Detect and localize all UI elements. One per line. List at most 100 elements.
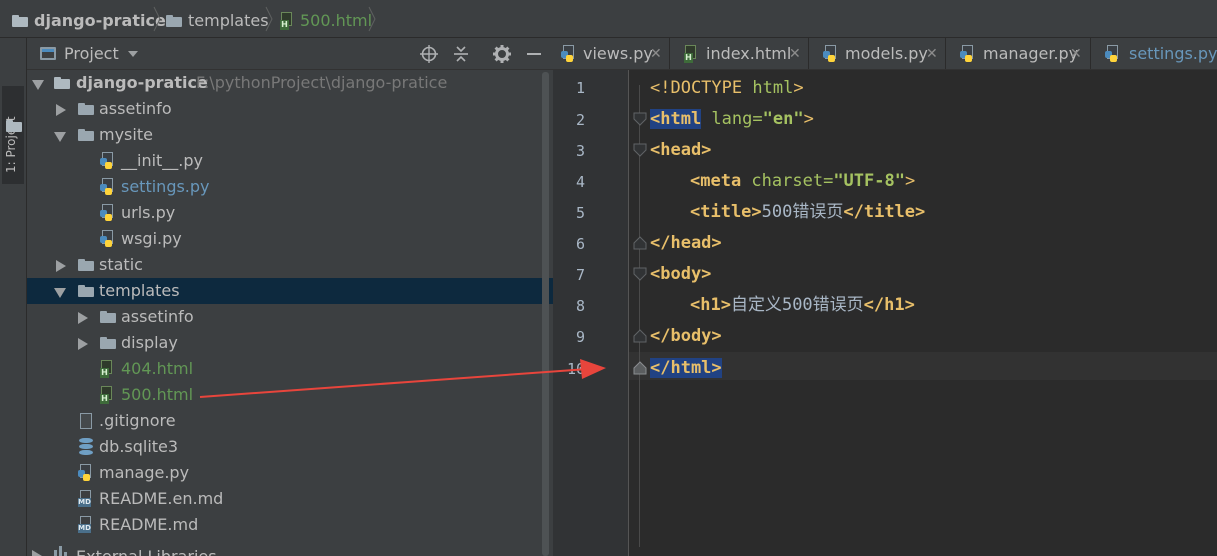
tab-label: views.py xyxy=(583,44,653,63)
tree-item-urls-py[interactable]: urls.py xyxy=(27,200,553,226)
tree-item-init-py[interactable]: __init__.py xyxy=(27,148,553,174)
breadcrumb-project[interactable]: django-pratice xyxy=(12,11,166,31)
tab-models-py[interactable]: models.py ✕ xyxy=(809,38,946,69)
code-token: </h1> xyxy=(863,295,915,315)
breadcrumb-file[interactable]: H 500.html xyxy=(280,11,372,31)
code-line-8: <h1>自定义500错误页</h1> xyxy=(690,293,915,317)
expand-arrow-icon[interactable] xyxy=(32,550,42,556)
tree-item-settings-py[interactable]: settings.py xyxy=(27,174,553,200)
expand-arrow-icon[interactable] xyxy=(32,80,44,90)
fold-open-icon[interactable] xyxy=(633,267,647,281)
tree-item-label: External Libraries xyxy=(76,547,217,556)
html-file-icon: H xyxy=(684,45,698,63)
tree-item-label: manage.py xyxy=(99,463,190,482)
expand-arrow-icon[interactable] xyxy=(78,312,88,324)
code-token: > xyxy=(904,171,916,191)
minimize-icon[interactable] xyxy=(524,44,544,64)
tree-item-label: urls.py xyxy=(121,203,176,222)
folder-icon xyxy=(78,285,94,297)
tree-item-display[interactable]: display xyxy=(27,330,553,356)
code-line-7: <body> xyxy=(650,262,711,286)
tree-item-label: settings.py xyxy=(121,177,210,196)
tree-item-500-html[interactable]: H 500.html xyxy=(27,382,553,408)
code-line-1: <!DOCTYPE html> xyxy=(650,76,804,100)
tree-item-404-html[interactable]: H 404.html xyxy=(27,356,553,382)
fold-close-icon[interactable] xyxy=(633,236,647,250)
tab-views-py[interactable]: views.py ✕ xyxy=(553,38,670,69)
python-file-icon xyxy=(100,204,116,222)
tree-item-mysite[interactable]: mysite xyxy=(27,122,553,148)
fold-close-icon[interactable] xyxy=(633,329,647,343)
line-number: 6 xyxy=(575,235,585,253)
breadcrumb-project-label: django-pratice xyxy=(34,11,166,30)
tree-item-static[interactable]: static xyxy=(27,252,553,278)
tree-item-assetinfo[interactable]: assetinfo xyxy=(27,96,553,122)
fold-open-icon[interactable] xyxy=(633,143,647,157)
python-file-icon xyxy=(561,45,577,63)
code-line-9: </body> xyxy=(650,324,722,348)
tree-item-label: assetinfo xyxy=(121,307,194,326)
tree-item-templates-assetinfo[interactable]: assetinfo xyxy=(27,304,553,330)
code-token: <meta xyxy=(690,171,742,191)
expand-arrow-icon[interactable] xyxy=(56,104,66,116)
tree-item-label: mysite xyxy=(99,125,153,144)
code-token: > xyxy=(803,109,814,129)
breadcrumb-templates[interactable]: templates xyxy=(166,11,269,31)
dropdown-arrow-icon[interactable] xyxy=(128,51,138,58)
tab-manager-py[interactable]: manager.py ✕ xyxy=(946,38,1091,69)
project-panel-scrollbar[interactable] xyxy=(542,72,549,556)
tree-item-wsgi-py[interactable]: wsgi.py xyxy=(27,226,553,252)
fold-close-icon[interactable] xyxy=(633,361,647,375)
close-icon[interactable]: ✕ xyxy=(1070,44,1082,64)
python-file-icon xyxy=(100,152,116,170)
tree-item-db-sqlite3[interactable]: db.sqlite3 xyxy=(27,434,553,460)
tree-item-templates[interactable]: templates xyxy=(27,278,553,304)
expand-arrow-icon[interactable] xyxy=(54,288,66,298)
tree-item-label: display xyxy=(121,333,178,352)
tree-item-root[interactable]: django-pratice F:\pythonProject\django-p… xyxy=(27,70,553,96)
line-number: 10 xyxy=(566,360,585,378)
tab-index-html[interactable]: H index.html ✕ xyxy=(670,38,809,69)
fold-open-icon[interactable] xyxy=(633,112,647,126)
code-line-4: <meta charset="UTF-8"> xyxy=(690,169,915,193)
collapse-all-icon[interactable] xyxy=(451,44,471,64)
code-token: <!DOCTYPE xyxy=(650,78,753,98)
close-icon[interactable]: ✕ xyxy=(926,44,938,64)
tool-window-strip: 1: Project xyxy=(0,38,27,556)
tree-item-label: django-pratice xyxy=(76,73,208,92)
project-panel-title[interactable]: Project xyxy=(64,44,119,64)
breadcrumb: django-pratice templates H 500.html xyxy=(0,0,1217,38)
markdown-file-icon: MD xyxy=(78,516,94,534)
code-editor[interactable]: 1 2 3 4 5 6 7 8 9 10 <!DOCTYPE html> <ht… xyxy=(553,70,1217,556)
code-token: <body> xyxy=(650,264,712,284)
expand-arrow-icon[interactable] xyxy=(78,338,88,350)
code-token: 自定义500错误页 xyxy=(730,295,864,315)
breadcrumb-separator-icon xyxy=(368,6,376,32)
folder-icon xyxy=(166,15,182,27)
target-icon[interactable] xyxy=(419,44,439,64)
tab-settings-py[interactable]: settings.py xyxy=(1091,38,1217,69)
breadcrumb-separator-icon xyxy=(265,6,273,32)
line-number: 1 xyxy=(575,79,585,97)
tree-item-manage-py[interactable]: manage.py xyxy=(27,460,553,486)
folder-icon xyxy=(100,311,116,323)
gear-icon[interactable] xyxy=(492,44,512,64)
libraries-icon xyxy=(54,546,72,556)
close-icon[interactable]: ✕ xyxy=(650,44,662,64)
python-file-icon xyxy=(100,230,116,248)
tree-item-label: wsgi.py xyxy=(121,229,182,248)
expand-arrow-icon[interactable] xyxy=(54,132,66,142)
tree-item-gitignore[interactable]: .gitignore xyxy=(27,408,553,434)
code-token: <head> xyxy=(650,140,712,160)
tree-item-readme-en-md[interactable]: MD README.en.md xyxy=(27,486,553,512)
html-file-icon: H xyxy=(280,12,294,30)
tree-item-external-libraries[interactable]: External Libraries xyxy=(27,538,553,556)
python-file-icon xyxy=(100,178,116,196)
project-tree: django-pratice F:\pythonProject\django-p… xyxy=(27,70,553,556)
code-token: > xyxy=(793,78,804,98)
close-icon[interactable]: ✕ xyxy=(789,44,801,64)
tree-item-label: templates xyxy=(99,281,180,300)
tree-item-readme-md[interactable]: MD README.md xyxy=(27,512,553,538)
text-file-icon xyxy=(80,413,92,429)
expand-arrow-icon[interactable] xyxy=(56,260,66,272)
